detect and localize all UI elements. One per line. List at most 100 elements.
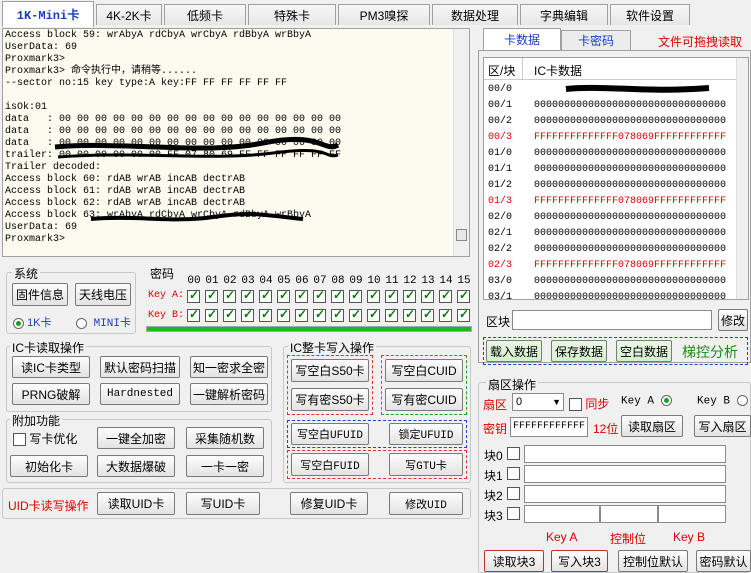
block3-keyb-input[interactable] (658, 505, 726, 523)
table-scrollbar[interactable] (736, 58, 748, 299)
elevator-analyze-button[interactable]: 梯控分析 (682, 342, 738, 362)
lock-ufuid-button[interactable]: 锁定UFUID (389, 423, 463, 445)
tab-special[interactable]: 特殊卡 (248, 4, 336, 25)
key-b-checkbox-01[interactable] (205, 307, 218, 322)
key-b-checkbox-05[interactable] (277, 307, 290, 322)
sync-checkbox[interactable]: 同步 (569, 395, 609, 412)
save-data-button[interactable]: 保存数据 (551, 340, 607, 362)
write-blank-fuid-button[interactable]: 写空白FUID (291, 453, 369, 476)
big-data-crack-button[interactable]: 大数据爆破 (97, 455, 175, 477)
write-blank-s50-button[interactable]: 写空白S50卡 (291, 359, 369, 382)
key-a-checkbox-03[interactable] (241, 288, 254, 303)
hardnested-button[interactable]: Hardnested (100, 383, 180, 405)
write-optimize-checkbox[interactable]: 写卡优化 (13, 430, 77, 447)
key-b-checkbox-11[interactable] (385, 307, 398, 322)
tab-4k-2k[interactable]: 4K-2K卡 (96, 4, 162, 25)
console-log[interactable]: Access block 59: wrAbyA rdCbyA wrCbyA rd… (2, 28, 470, 257)
write-blank-ufuid-button[interactable]: 写空白UFUID (291, 423, 369, 445)
write-key-s50-button[interactable]: 写有密S50卡 (291, 388, 369, 411)
key-a-checkbox-11[interactable] (385, 288, 398, 303)
key-default-button[interactable]: 密码默认 (696, 550, 751, 572)
tab-lf[interactable]: 低频卡 (164, 4, 246, 25)
encrypt-all-button[interactable]: 一键全加密 (97, 427, 175, 449)
key-b-checkbox-02[interactable] (223, 307, 236, 322)
key-b-checkbox-10[interactable] (367, 307, 380, 322)
table-row[interactable]: 03/1 00000000000000000000000000000000 (484, 290, 738, 299)
block-checkbox-0[interactable] (507, 447, 520, 460)
block-input-0[interactable] (524, 445, 726, 463)
init-card-button[interactable]: 初始化卡 (10, 455, 88, 477)
table-row[interactable]: 00/3 FFFFFFFFFFFFFF078069FFFFFFFFFFFF (484, 130, 738, 146)
block-checkbox-2[interactable] (507, 487, 520, 500)
key-a-checkbox-09[interactable] (349, 288, 362, 303)
block-modify-button[interactable]: 修改 (718, 309, 748, 331)
load-data-button[interactable]: 载入数据 (486, 340, 542, 362)
radio-mini[interactable]: MINI卡 (76, 314, 131, 330)
key-a-checkbox-15[interactable] (457, 288, 470, 303)
tab-1k-mini[interactable]: 1K-Mini卡 (2, 1, 94, 27)
key-a-checkbox-00[interactable] (187, 288, 200, 303)
block3-ctrl-input[interactable] (600, 505, 658, 523)
radio-1k[interactable]: 1K卡 (13, 314, 52, 330)
key-b-checkbox-15[interactable] (457, 307, 470, 322)
write-sector-button[interactable]: 写入扇区 (694, 415, 751, 437)
key-a-checkbox-06[interactable] (295, 288, 308, 303)
block-input-1[interactable] (524, 465, 726, 483)
key-a-checkbox-02[interactable] (223, 288, 236, 303)
blank-data-button[interactable]: 空白数据 (616, 340, 672, 362)
keyb-radio[interactable]: Key B (697, 395, 748, 407)
key-a-checkbox-12[interactable] (403, 288, 416, 303)
read-block3-button[interactable]: 读取块3 (484, 550, 544, 572)
table-row[interactable]: 02/0 00000000000000000000000000000000 (484, 210, 738, 226)
key-b-checkbox-07[interactable] (313, 307, 326, 322)
table-row[interactable]: 02/3 FFFFFFFFFFFFFF078069FFFFFFFFFFFF (484, 258, 738, 274)
firmware-button[interactable]: 固件信息 (12, 283, 68, 306)
table-row[interactable]: 01/3 FFFFFFFFFFFFFF078069FFFFFFFFFFFF (484, 194, 738, 210)
key-a-checkbox-08[interactable] (331, 288, 344, 303)
card-data-table[interactable]: 区/块 IC卡数据 00/0 00/1 0000000000000000000000… (483, 57, 749, 300)
parse-keys-button[interactable]: 一键解析密码 (190, 383, 268, 405)
block-input-2[interactable] (524, 485, 726, 503)
write-uid-button[interactable]: 写UID卡 (186, 492, 260, 515)
default-key-scan-button[interactable]: 默认密码扫描 (100, 356, 180, 378)
table-row[interactable]: 01/2 00000000000000000000000000000000 (484, 178, 738, 194)
block-checkbox-3[interactable] (507, 507, 520, 520)
console-scrollbar[interactable] (453, 29, 469, 256)
key-a-checkbox-14[interactable] (439, 288, 452, 303)
sector-select[interactable]: 0 ▼ (512, 393, 564, 411)
key-b-checkbox-09[interactable] (349, 307, 362, 322)
key-a-checkbox-05[interactable] (277, 288, 290, 303)
read-sector-button[interactable]: 读取扇区 (621, 415, 683, 437)
key-a-checkbox-07[interactable] (313, 288, 326, 303)
key-a-checkbox-10[interactable] (367, 288, 380, 303)
write-block3-button[interactable]: 写入块3 (551, 550, 608, 572)
key-b-checkbox-13[interactable] (421, 307, 434, 322)
tab-dict-edit[interactable]: 字典编辑 (520, 4, 608, 25)
key-a-checkbox-01[interactable] (205, 288, 218, 303)
table-row[interactable]: 01/1 00000000000000000000000000000000 (484, 162, 738, 178)
write-blank-cuid-button[interactable]: 写空白CUID (385, 359, 463, 382)
table-row[interactable]: 00/2 00000000000000000000000000000000 (484, 114, 738, 130)
key-b-checkbox-04[interactable] (259, 307, 272, 322)
tab-data-process[interactable]: 数据处理 (432, 4, 518, 25)
read-uid-button[interactable]: 读取UID卡 (97, 492, 175, 515)
key-a-checkbox-04[interactable] (259, 288, 272, 303)
tab-pm3-sniff[interactable]: PM3嗅探 (338, 4, 430, 25)
block-checkbox-1[interactable] (507, 467, 520, 480)
modify-uid-button[interactable]: 修改UID (389, 492, 463, 515)
known-key-crack-button[interactable]: 知一密求全密 (190, 356, 268, 378)
prng-crack-button[interactable]: PRNG破解 (12, 383, 90, 405)
table-row[interactable]: 00/1 00000000000000000000000000000000 (484, 98, 738, 114)
tab-settings[interactable]: 软件设置 (610, 4, 690, 25)
block-edit-input[interactable] (512, 310, 712, 330)
keya-radio[interactable]: Key A (621, 395, 672, 407)
key-b-checkbox-03[interactable] (241, 307, 254, 322)
write-key-cuid-button[interactable]: 写有密CUID (385, 388, 463, 411)
repair-uid-button[interactable]: 修复UID卡 (290, 492, 368, 515)
write-gtu-button[interactable]: 写GTU卡 (389, 453, 463, 476)
collect-random-button[interactable]: 采集随机数 (186, 427, 264, 449)
key-b-checkbox-12[interactable] (403, 307, 416, 322)
ctrl-default-button[interactable]: 控制位默认 (618, 550, 688, 572)
block3-keya-input[interactable] (524, 505, 600, 523)
table-row[interactable]: 02/2 00000000000000000000000000000000 (484, 242, 738, 258)
